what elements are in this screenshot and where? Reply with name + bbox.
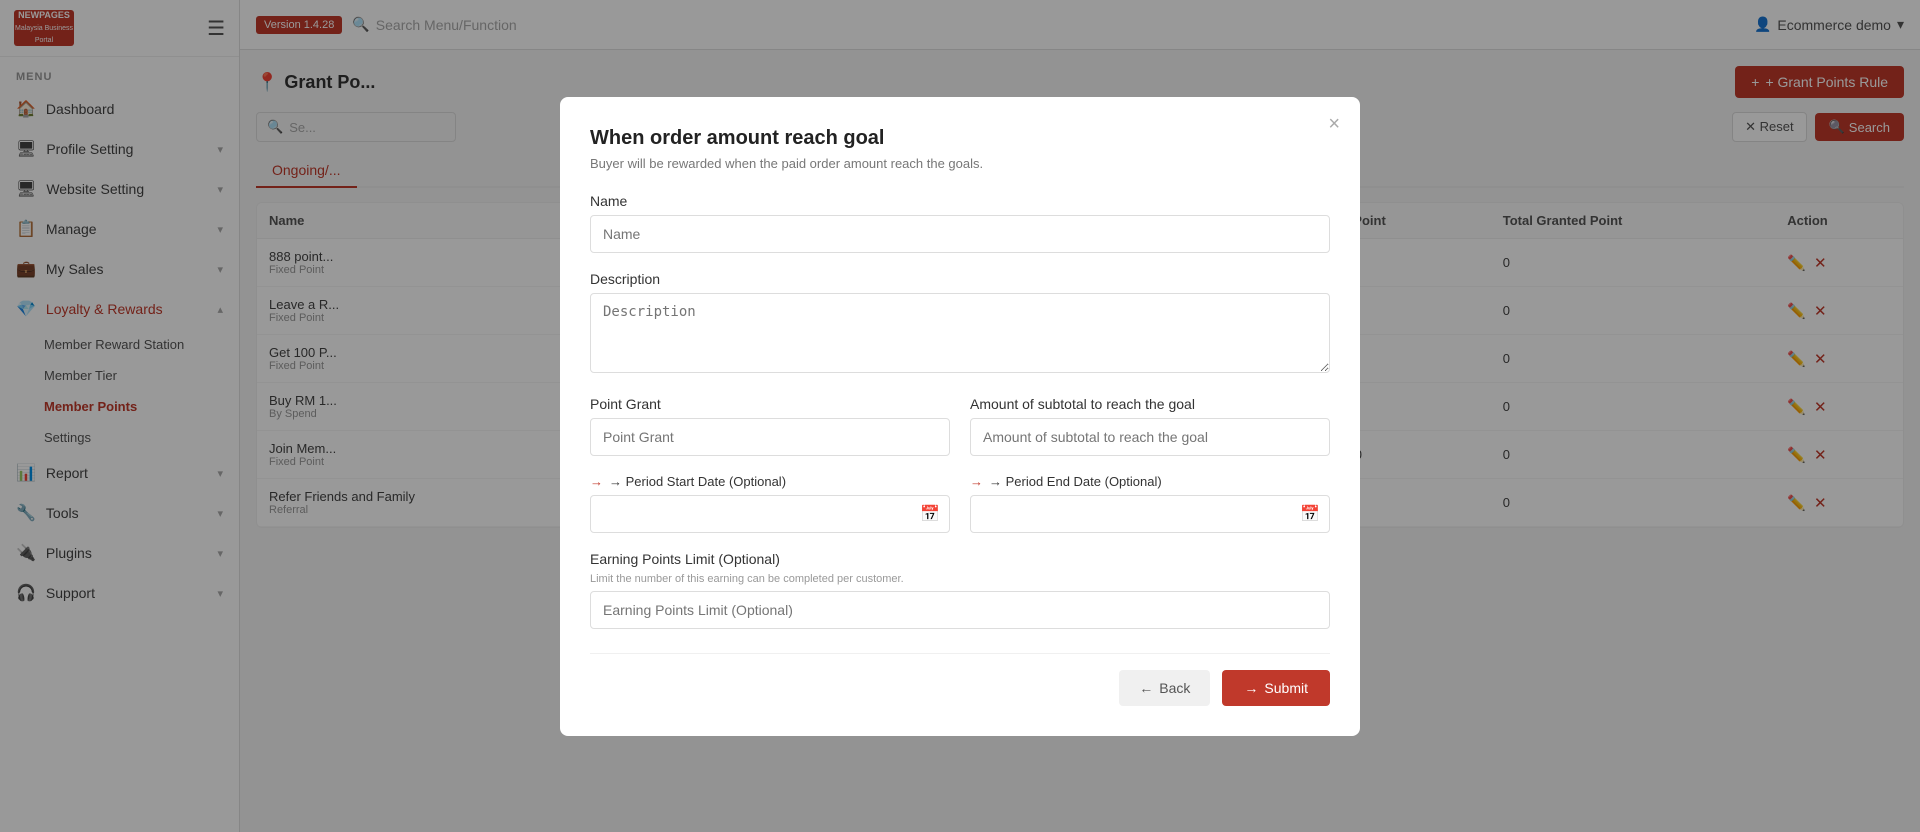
description-label: Description xyxy=(590,271,1330,287)
arrow-icon: → xyxy=(590,474,603,489)
name-input[interactable] xyxy=(590,215,1330,253)
submit-button[interactable]: → Submit xyxy=(1222,670,1330,706)
form-row-dates: → → Period Start Date (Optional) 📅 → → P… xyxy=(590,474,1330,551)
form-row-points: Point Grant Amount of subtotal to reach … xyxy=(590,396,1330,474)
form-group-description: Description xyxy=(590,271,1330,378)
back-icon: ← xyxy=(1139,680,1153,696)
form-group-period-start: → → Period Start Date (Optional) 📅 xyxy=(590,474,950,533)
form-group-point-grant: Point Grant xyxy=(590,396,950,456)
period-end-input-wrap: 📅 xyxy=(970,495,1330,533)
submit-icon: → xyxy=(1244,680,1258,696)
modal-footer: ← Back → Submit xyxy=(590,653,1330,706)
period-end-label: → → Period End Date (Optional) xyxy=(970,474,1330,489)
earning-limit-hint: Limit the number of this earning can be … xyxy=(590,573,1330,585)
period-start-label: → → Period Start Date (Optional) xyxy=(590,474,950,489)
back-label: Back xyxy=(1159,680,1190,696)
period-end-input[interactable] xyxy=(970,495,1330,533)
form-group-earning-limit: Earning Points Limit (Optional) Limit th… xyxy=(590,551,1330,629)
earning-limit-label: Earning Points Limit (Optional) xyxy=(590,551,1330,567)
modal-subtitle: Buyer will be rewarded when the paid ord… xyxy=(590,156,1330,171)
arrow-icon: → xyxy=(970,474,983,489)
form-group-period-end: → → Period End Date (Optional) 📅 xyxy=(970,474,1330,533)
modal-close-button[interactable]: × xyxy=(1328,113,1340,136)
earning-limit-input[interactable] xyxy=(590,591,1330,629)
form-group-amount: Amount of subtotal to reach the goal xyxy=(970,396,1330,456)
submit-label: Submit xyxy=(1264,680,1308,696)
description-input[interactable] xyxy=(590,293,1330,373)
amount-label: Amount of subtotal to reach the goal xyxy=(970,396,1330,412)
form-group-name: Name xyxy=(590,193,1330,253)
name-label: Name xyxy=(590,193,1330,209)
period-start-input[interactable] xyxy=(590,495,950,533)
modal-overlay[interactable]: × When order amount reach goal Buyer wil… xyxy=(0,0,1920,832)
point-grant-input[interactable] xyxy=(590,418,950,456)
point-grant-label: Point Grant xyxy=(590,396,950,412)
modal-dialog: × When order amount reach goal Buyer wil… xyxy=(560,97,1360,736)
amount-input[interactable] xyxy=(970,418,1330,456)
period-start-input-wrap: 📅 xyxy=(590,495,950,533)
modal-title: When order amount reach goal xyxy=(590,127,1330,150)
back-button[interactable]: ← Back xyxy=(1119,670,1210,706)
